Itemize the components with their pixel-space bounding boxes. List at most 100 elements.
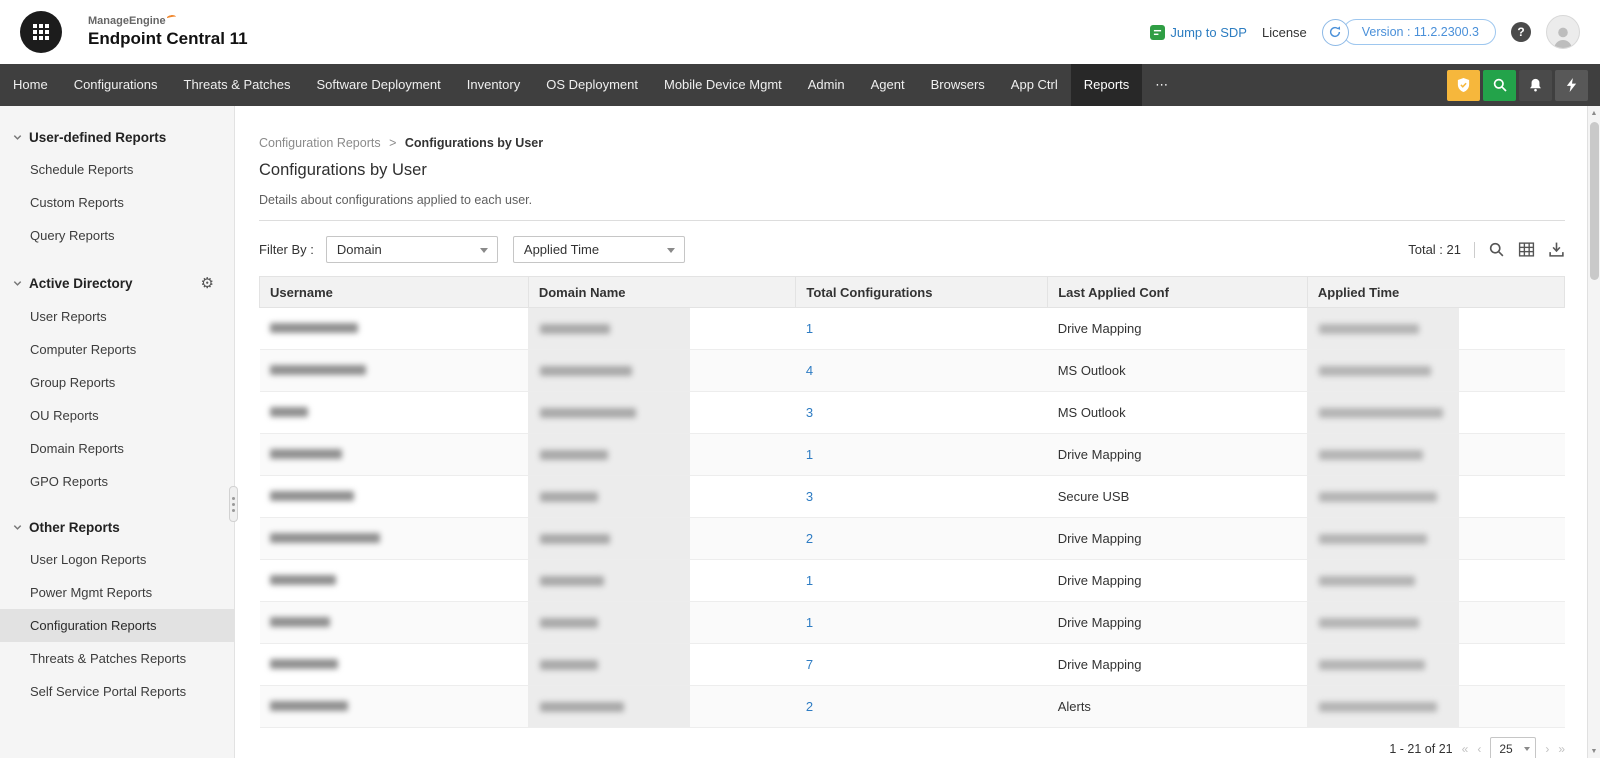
brand-manageengine: ManageEngine xyxy=(88,15,166,28)
chevron-down-icon xyxy=(12,132,23,143)
sidebar-item-user-logon-reports[interactable]: User Logon Reports xyxy=(0,543,234,576)
total-configurations-link[interactable]: 1 xyxy=(806,321,813,336)
breadcrumb-separator: > xyxy=(389,136,396,150)
sidebar-item-schedule-reports[interactable]: Schedule Reports xyxy=(0,153,234,186)
table-row: 1Drive Mapping xyxy=(260,560,1565,602)
jump-to-sdp-link[interactable]: Jump to SDP xyxy=(1150,25,1247,40)
sidebar-resize-handle[interactable] xyxy=(229,486,238,522)
nav-item-agent[interactable]: Agent xyxy=(858,64,918,106)
total-configurations-link[interactable]: 2 xyxy=(806,531,813,546)
user-avatar[interactable] xyxy=(1546,15,1580,49)
refresh-version-button[interactable] xyxy=(1322,19,1349,46)
help-button[interactable]: ? xyxy=(1511,22,1531,42)
column-header-applied-time[interactable]: Applied Time xyxy=(1307,277,1564,308)
cell-domain-name xyxy=(528,518,796,560)
nav-item-mobile-device-mgmt[interactable]: Mobile Device Mgmt xyxy=(651,64,795,106)
nav-item-admin[interactable]: Admin xyxy=(795,64,858,106)
nav-item-more[interactable]: ⋯ xyxy=(1142,64,1181,106)
sidebar-section-title: Other Reports xyxy=(29,520,120,535)
filter-by-label: Filter By : xyxy=(259,242,314,257)
total-configurations-link[interactable]: 1 xyxy=(806,615,813,630)
nav-item-home[interactable]: Home xyxy=(0,64,61,106)
sidebar-item-self-service-portal-reports[interactable]: Self Service Portal Reports xyxy=(0,675,234,708)
vertical-scrollbar[interactable]: ▲ ▼ xyxy=(1587,106,1600,758)
nav-quick-actions xyxy=(1447,64,1600,106)
export-button[interactable] xyxy=(1548,241,1565,258)
scroll-down-arrow[interactable]: ▼ xyxy=(1588,744,1600,758)
version-badge[interactable]: Version : 11.2.2300.3 xyxy=(1343,19,1496,45)
toolbar-divider xyxy=(1474,242,1475,258)
search-table-button[interactable] xyxy=(1488,241,1505,258)
sidebar-section-header-other-reports[interactable]: Other Reports xyxy=(0,514,234,543)
applied-time-filter-dropdown[interactable]: Applied Time xyxy=(513,236,685,263)
nav-item-reports[interactable]: Reports xyxy=(1071,64,1143,106)
cell-domain-name xyxy=(528,392,796,434)
column-header-total-configurations[interactable]: Total Configurations xyxy=(796,277,1048,308)
redacted-band xyxy=(1307,392,1459,433)
nav-item-app-ctrl[interactable]: App Ctrl xyxy=(998,64,1071,106)
nav-item-inventory[interactable]: Inventory xyxy=(454,64,533,106)
nav-item-os-deployment[interactable]: OS Deployment xyxy=(533,64,651,106)
version-widget: Version : 11.2.2300.3 xyxy=(1322,19,1496,46)
redacted-band xyxy=(1307,308,1459,349)
total-configurations-link[interactable]: 4 xyxy=(806,363,813,378)
previous-page-button[interactable]: ‹ xyxy=(1477,743,1481,755)
sidebar-item-query-reports[interactable]: Query Reports xyxy=(0,219,234,252)
column-header-domain-name[interactable]: Domain Name xyxy=(528,277,796,308)
sidebar-section-title: Active Directory xyxy=(29,276,133,291)
sidebar-item-user-reports[interactable]: User Reports xyxy=(0,300,234,333)
page-size-dropdown[interactable]: 25 xyxy=(1490,737,1536,758)
total-count-label: Total : 21 xyxy=(1408,242,1461,257)
sidebar-item-computer-reports[interactable]: Computer Reports xyxy=(0,333,234,366)
quick-actions-button[interactable] xyxy=(1555,70,1588,101)
sidebar-item-threats-patches-reports[interactable]: Threats & Patches Reports xyxy=(0,642,234,675)
sidebar-item-gpo-reports[interactable]: GPO Reports xyxy=(0,465,234,498)
column-header-username[interactable]: Username xyxy=(260,277,529,308)
license-link[interactable]: License xyxy=(1262,25,1307,40)
chevron-down-icon xyxy=(12,522,23,533)
nav-item-software-deployment[interactable]: Software Deployment xyxy=(303,64,453,106)
sidebar-item-configuration-reports[interactable]: Configuration Reports xyxy=(0,609,234,642)
total-configurations-link[interactable]: 1 xyxy=(806,573,813,588)
next-page-button[interactable]: › xyxy=(1545,743,1549,755)
total-configurations-link[interactable]: 7 xyxy=(806,657,813,672)
nav-item-browsers[interactable]: Browsers xyxy=(918,64,998,106)
cell-applied-time xyxy=(1307,392,1564,434)
sidebar-section-header-active-directory[interactable]: Active Directory ⚙ xyxy=(0,268,234,300)
domain-filter-dropdown[interactable]: Domain xyxy=(326,236,498,263)
column-header-last-applied-conf[interactable]: Last Applied Conf xyxy=(1048,277,1308,308)
breadcrumb-current: Configurations by User xyxy=(405,136,543,150)
sidebar-item-custom-reports[interactable]: Custom Reports xyxy=(0,186,234,219)
redacted-username xyxy=(270,365,366,375)
gear-icon[interactable]: ⚙ xyxy=(201,274,214,292)
last-page-button[interactable]: » xyxy=(1558,743,1565,755)
sidebar-item-power-mgmt-reports[interactable]: Power Mgmt Reports xyxy=(0,576,234,609)
total-configurations-link[interactable]: 1 xyxy=(806,447,813,462)
nav-item-threats-patches[interactable]: Threats & Patches xyxy=(171,64,304,106)
apps-grid-button[interactable] xyxy=(20,11,62,53)
total-configurations-link[interactable]: 3 xyxy=(806,405,813,420)
first-page-button[interactable]: « xyxy=(1462,743,1469,755)
cell-domain-name xyxy=(528,434,796,476)
redacted-band xyxy=(1307,350,1459,391)
total-configurations-link[interactable]: 2 xyxy=(806,699,813,714)
sidebar-item-domain-reports[interactable]: Domain Reports xyxy=(0,432,234,465)
security-shield-button[interactable] xyxy=(1447,70,1480,101)
sidebar-item-group-reports[interactable]: Group Reports xyxy=(0,366,234,399)
cell-total-configurations: 3 xyxy=(796,476,1048,518)
cell-applied-time xyxy=(1307,560,1564,602)
cell-applied-time xyxy=(1307,350,1564,392)
sidebar-section-header-user-defined-reports[interactable]: User-defined Reports xyxy=(0,124,234,153)
total-configurations-link[interactable]: 3 xyxy=(806,489,813,504)
chevron-down-icon xyxy=(1524,747,1530,751)
nav-item-configurations[interactable]: Configurations xyxy=(61,64,171,106)
notifications-button[interactable] xyxy=(1519,70,1552,101)
scroll-up-arrow[interactable]: ▲ xyxy=(1588,106,1600,120)
column-chooser-button[interactable] xyxy=(1518,241,1535,258)
breadcrumb-parent-link[interactable]: Configuration Reports xyxy=(259,136,381,150)
breadcrumb: Configuration Reports > Configurations b… xyxy=(259,136,1565,150)
scrollbar-thumb[interactable] xyxy=(1590,122,1599,280)
person-icon xyxy=(1550,24,1576,48)
sidebar-item-ou-reports[interactable]: OU Reports xyxy=(0,399,234,432)
global-search-button[interactable] xyxy=(1483,70,1516,101)
